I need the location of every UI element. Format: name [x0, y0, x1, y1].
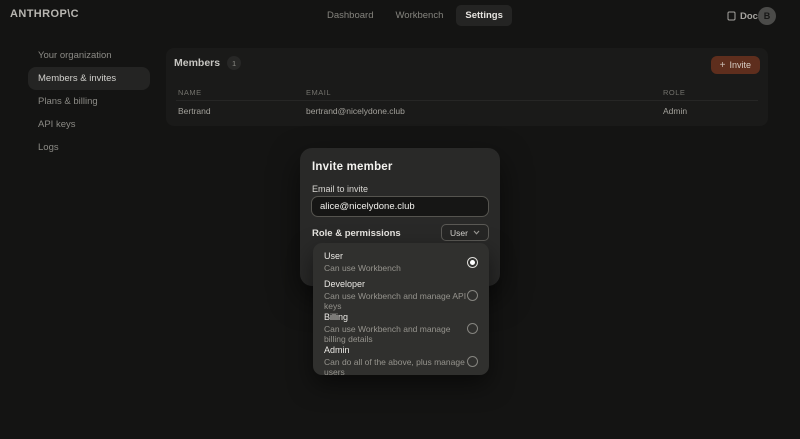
app-root: ANTHROP\C Dashboard Workbench Settings D… — [0, 0, 800, 439]
member-row-name: Bertrand — [178, 106, 211, 116]
role-option-developer[interactable]: Developer Can use Workbench and manage A… — [313, 276, 489, 311]
role-option-user[interactable]: User Can use Workbench — [313, 243, 489, 276]
email-input[interactable] — [311, 196, 489, 217]
tab-workbench[interactable]: Workbench — [386, 5, 452, 26]
tab-settings[interactable]: Settings — [456, 5, 512, 26]
main-nav: Dashboard Workbench Settings — [318, 5, 512, 26]
anthropic-logo: ANTHROP\C — [10, 8, 79, 20]
chevron-down-icon — [473, 230, 480, 235]
option-title: User — [324, 251, 344, 261]
settings-sidebar: Your organization Members & invites Plan… — [28, 44, 150, 159]
radio-user[interactable] — [467, 256, 478, 268]
avatar[interactable]: B — [758, 7, 776, 25]
tab-dashboard[interactable]: Dashboard — [318, 5, 382, 26]
option-title: Billing — [324, 312, 349, 322]
option-title: Developer — [324, 279, 366, 289]
table-divider — [176, 100, 758, 101]
invite-button-label: Invite — [729, 60, 751, 70]
option-description: Can do all of the above, plus manage use… — [324, 357, 465, 377]
role-permissions-label: Role & permissions — [312, 228, 401, 239]
option-description: Can use Workbench and manage billing det… — [324, 324, 451, 344]
role-options-popover: User Can use Workbench Developer Can use… — [313, 243, 489, 377]
sidebar-item-your-organization[interactable]: Your organization — [28, 44, 150, 67]
column-header-role: ROLE — [663, 88, 686, 97]
column-header-name: NAME — [178, 88, 202, 97]
members-panel: Members 1 + Invite NAME EMAIL ROLE Bertr… — [166, 48, 768, 126]
sidebar-item-members-invites[interactable]: Members & invites — [28, 67, 150, 90]
member-row-email: bertrand@nicelydone.club — [306, 106, 405, 116]
email-to-invite-label: Email to invite — [312, 184, 369, 194]
plus-icon: + — [719, 59, 726, 71]
modal-title: Invite member — [312, 161, 393, 173]
option-title: Admin — [324, 345, 350, 355]
column-header-email: EMAIL — [306, 88, 332, 97]
members-title: Members — [174, 57, 221, 69]
sidebar-item-api-keys[interactable]: API keys — [28, 113, 150, 136]
role-dropdown-value: User — [450, 227, 468, 238]
invite-button[interactable]: + Invite — [710, 56, 760, 74]
sidebar-item-logs[interactable]: Logs — [28, 136, 150, 159]
option-description: Can use Workbench — [324, 263, 401, 273]
docs-icon — [727, 11, 736, 21]
option-description: Can use Workbench and manage API keys — [324, 291, 467, 311]
role-dropdown[interactable]: User — [441, 224, 489, 241]
top-bar: ANTHROP\C Dashboard Workbench Settings D… — [0, 0, 800, 32]
members-panel-header: Members 1 — [174, 56, 242, 70]
role-option-billing[interactable]: Billing Can use Workbench and manage bil… — [313, 309, 489, 344]
role-option-admin[interactable]: Admin Can do all of the above, plus mana… — [313, 342, 489, 377]
members-count-badge: 1 — [227, 56, 242, 70]
radio-developer[interactable] — [467, 289, 478, 301]
radio-billing[interactable] — [467, 322, 478, 334]
sidebar-item-plans-billing[interactable]: Plans & billing — [28, 90, 150, 113]
member-row-role: Admin — [663, 106, 688, 116]
radio-admin[interactable] — [467, 355, 478, 367]
